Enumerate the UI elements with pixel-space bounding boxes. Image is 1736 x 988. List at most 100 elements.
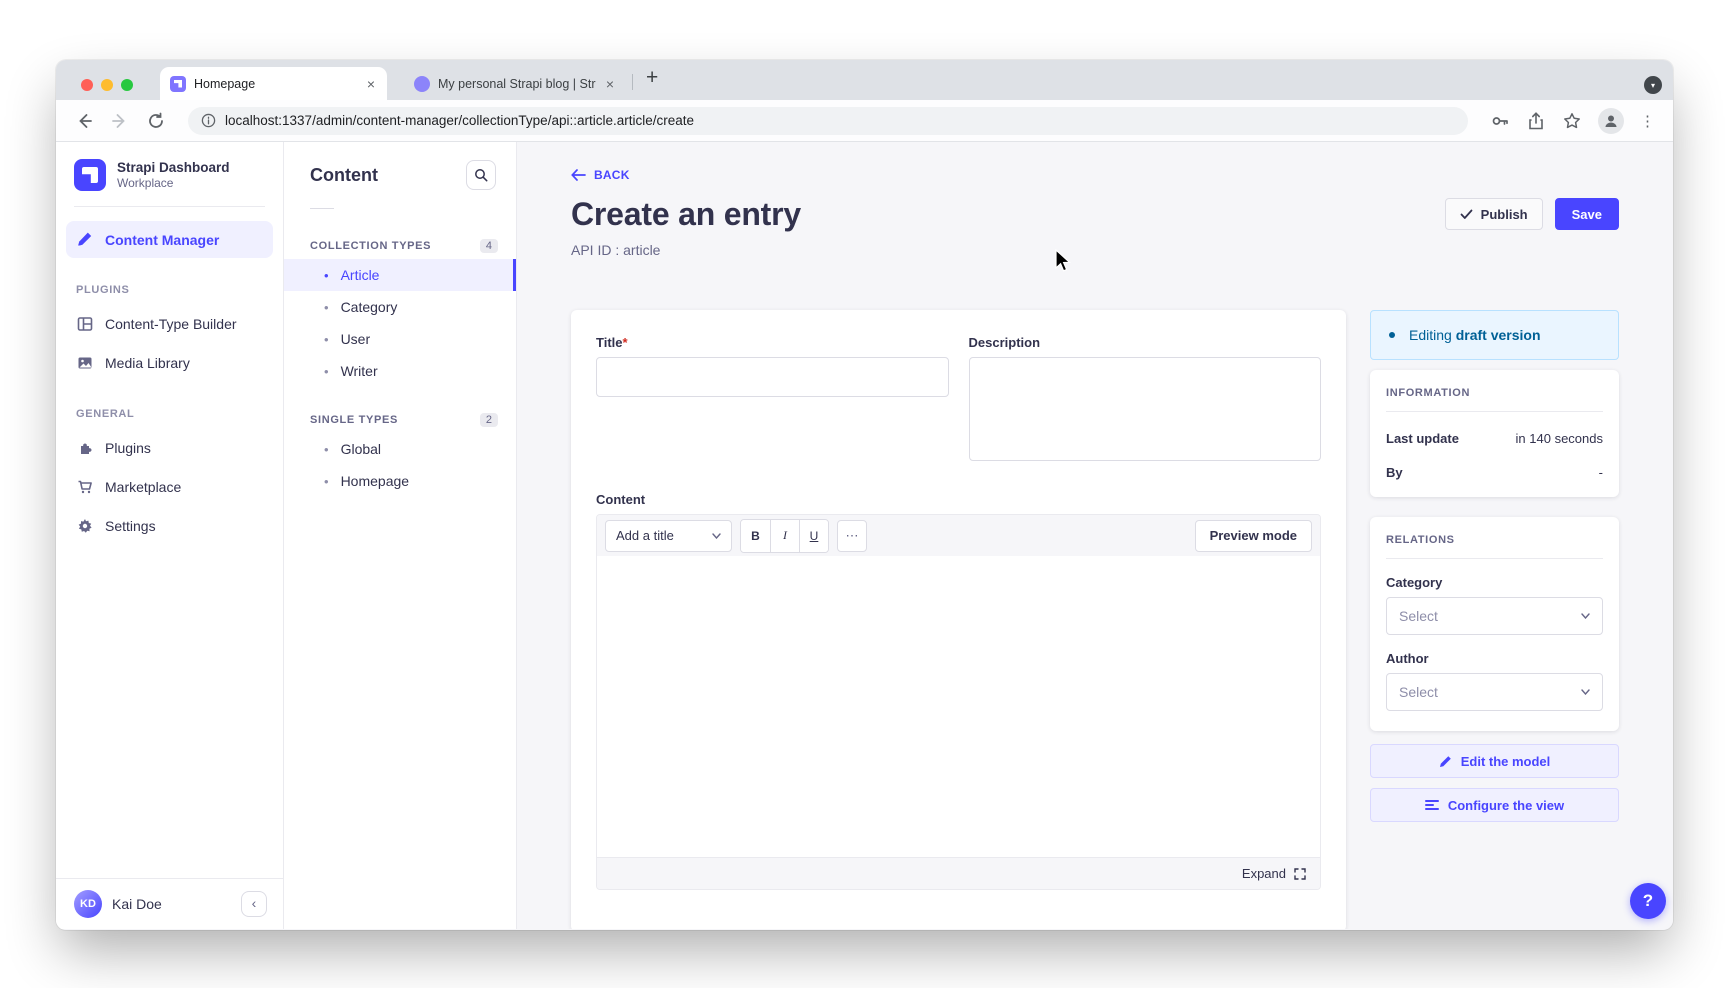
site-info-icon[interactable] bbox=[201, 113, 216, 128]
heading-style-select[interactable]: Add a title bbox=[605, 520, 732, 552]
title-input[interactable] bbox=[596, 357, 949, 397]
relations-heading: RELATIONS bbox=[1386, 534, 1603, 546]
browser-toolbar: localhost:1337/admin/content-manager/col… bbox=[56, 100, 1673, 142]
tab-strapi-blog[interactable]: My personal Strapi blog | Strap × bbox=[404, 67, 626, 100]
collection-type-category[interactable]: • Category bbox=[284, 291, 516, 323]
forward-icon[interactable] bbox=[110, 111, 130, 131]
relations-card: RELATIONS Category Select Author Select bbox=[1370, 517, 1619, 731]
collection-type-label: Category bbox=[341, 299, 398, 315]
sidebar-item-content-type-builder[interactable]: Content-Type Builder bbox=[56, 304, 283, 343]
chevron-down-icon bbox=[712, 533, 721, 539]
tab-close-icon[interactable]: × bbox=[604, 76, 616, 92]
author-select[interactable]: Select bbox=[1386, 673, 1603, 711]
by-label: By bbox=[1386, 465, 1403, 480]
strapi-favicon-icon bbox=[170, 76, 186, 92]
expand-label[interactable]: Expand bbox=[1242, 866, 1286, 881]
preview-mode-button[interactable]: Preview mode bbox=[1195, 520, 1312, 552]
collapse-sidebar-button[interactable]: ‹ bbox=[241, 891, 267, 917]
bullet-icon: • bbox=[324, 442, 329, 457]
close-window-button[interactable] bbox=[81, 79, 93, 91]
by-row: By - bbox=[1386, 465, 1603, 480]
minimize-window-button[interactable] bbox=[101, 79, 113, 91]
collection-types-heading: COLLECTION TYPES bbox=[310, 240, 431, 252]
browser-tab-strip: Homepage × My personal Strapi blog | Str… bbox=[56, 60, 1673, 100]
collection-type-writer[interactable]: • Writer bbox=[284, 355, 516, 387]
description-field-label: Description bbox=[969, 335, 1322, 350]
editor-footer: Expand bbox=[597, 857, 1320, 889]
sidebar-item-plugins[interactable]: Plugins bbox=[56, 428, 283, 467]
bullet-icon: • bbox=[324, 300, 329, 315]
divider bbox=[1386, 411, 1603, 412]
italic-button[interactable]: I bbox=[770, 520, 799, 552]
back-link[interactable]: BACK bbox=[571, 168, 630, 182]
sidebar-item-media-library[interactable]: Media Library bbox=[56, 343, 283, 382]
sidebar-user-footer: KD Kai Doe ‹ bbox=[56, 878, 283, 929]
pencil-icon bbox=[1439, 755, 1452, 768]
last-update-label: Last update bbox=[1386, 431, 1459, 446]
password-key-icon[interactable] bbox=[1490, 111, 1510, 131]
divider bbox=[1386, 558, 1603, 559]
divider bbox=[310, 208, 334, 209]
single-type-global[interactable]: • Global bbox=[284, 433, 516, 465]
sidebar-item-content-manager[interactable]: Content Manager bbox=[66, 221, 273, 258]
entry-meta-rail: Editing draft version INFORMATION Last u… bbox=[1370, 310, 1619, 822]
collection-type-label: Article bbox=[341, 267, 380, 283]
back-icon[interactable] bbox=[74, 111, 94, 131]
bookmark-star-icon[interactable] bbox=[1562, 111, 1582, 131]
arrow-left-icon bbox=[571, 169, 586, 181]
search-button[interactable] bbox=[466, 160, 496, 190]
category-label: Category bbox=[1386, 575, 1603, 590]
browser-profile-avatar[interactable] bbox=[1598, 108, 1624, 134]
save-button[interactable]: Save bbox=[1555, 198, 1619, 230]
content-panel-title: Content bbox=[310, 165, 378, 186]
draft-status-text: Editing draft version bbox=[1409, 327, 1541, 343]
browser-downloads-icon[interactable]: ▾ bbox=[1644, 76, 1662, 94]
workspace-brand[interactable]: Strapi Dashboard Workplace bbox=[56, 142, 283, 206]
main-panel: BACK Create an entry API ID : article Pu… bbox=[517, 142, 1673, 929]
bullet-icon: • bbox=[324, 332, 329, 347]
category-select[interactable]: Select bbox=[1386, 597, 1603, 635]
sidebar-item-marketplace[interactable]: Marketplace bbox=[56, 467, 283, 506]
sidebar-section-plugins: PLUGINS bbox=[56, 284, 283, 296]
sidebar-item-settings[interactable]: Settings bbox=[56, 506, 283, 545]
workspace-title: Strapi Dashboard bbox=[117, 160, 230, 177]
last-update-value: in 140 seconds bbox=[1516, 431, 1603, 446]
editor-content-area[interactable] bbox=[597, 556, 1320, 857]
help-button[interactable]: ? bbox=[1630, 883, 1666, 919]
browser-menu-icon[interactable]: ⋮ bbox=[1640, 112, 1655, 130]
expand-icon[interactable] bbox=[1294, 868, 1306, 880]
user-avatar[interactable]: KD bbox=[74, 890, 102, 918]
browser-window: Homepage × My personal Strapi blog | Str… bbox=[56, 60, 1673, 930]
description-textarea[interactable] bbox=[969, 357, 1322, 461]
publish-button[interactable]: Publish bbox=[1445, 198, 1543, 230]
information-heading: INFORMATION bbox=[1386, 387, 1603, 399]
bullet-icon: • bbox=[324, 364, 329, 379]
cart-icon bbox=[76, 478, 93, 495]
collection-type-user[interactable]: • User bbox=[284, 323, 516, 355]
collection-type-article[interactable]: • Article bbox=[284, 259, 516, 291]
blog-favicon-icon bbox=[414, 76, 430, 92]
zoom-window-button[interactable] bbox=[121, 79, 133, 91]
single-type-homepage[interactable]: • Homepage bbox=[284, 465, 516, 497]
address-bar[interactable]: localhost:1337/admin/content-manager/col… bbox=[188, 107, 1468, 135]
sidebar-item-label: Content Manager bbox=[105, 232, 219, 248]
bold-button[interactable]: B bbox=[741, 520, 770, 552]
tab-title: Homepage bbox=[194, 77, 357, 91]
underline-button[interactable]: U bbox=[799, 520, 828, 552]
tab-homepage[interactable]: Homepage × bbox=[160, 67, 387, 100]
bullet-icon: • bbox=[324, 474, 329, 489]
new-tab-button[interactable]: + bbox=[646, 66, 658, 90]
reload-icon[interactable] bbox=[146, 111, 166, 131]
configure-lines-icon bbox=[1425, 799, 1439, 811]
more-formats-button[interactable]: ⋯ bbox=[837, 520, 867, 552]
tab-close-icon[interactable]: × bbox=[365, 76, 377, 92]
sidebar-item-label: Settings bbox=[105, 518, 156, 534]
sidebar-section-general: GENERAL bbox=[56, 408, 283, 420]
configure-view-button[interactable]: Configure the view bbox=[1370, 788, 1619, 822]
divider bbox=[74, 206, 265, 207]
api-id-subtitle: API ID : article bbox=[571, 242, 801, 258]
chevron-down-icon bbox=[1581, 689, 1590, 695]
edit-model-button[interactable]: Edit the model bbox=[1370, 744, 1619, 778]
share-icon[interactable] bbox=[1526, 111, 1546, 131]
format-button-group: B I U bbox=[740, 519, 829, 553]
